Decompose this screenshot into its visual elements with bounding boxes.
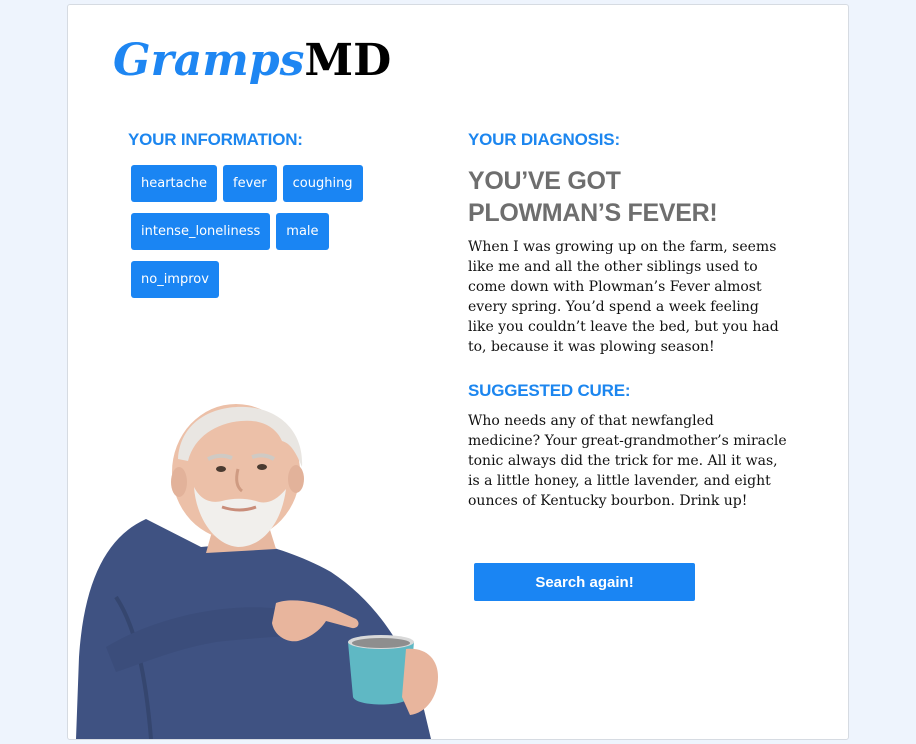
tag-male[interactable]: male (276, 213, 329, 250)
logo-md: MD (304, 35, 392, 86)
cure-description: Who needs any of that newfangled medicin… (468, 413, 787, 509)
symptom-tags: heartache fever coughing intense_lonelin… (131, 165, 391, 309)
search-again-button[interactable]: Search again! (474, 563, 695, 601)
logo-gramps: Gramps (113, 35, 305, 86)
diagnosis-title: YOU’VE GOT PLOWMAN’S FEVER! (468, 167, 718, 227)
info-heading: YOUR INFORMATION: (128, 130, 303, 149)
cure-heading: SUGGESTED CURE: (468, 381, 631, 400)
tag-coughing[interactable]: coughing (282, 165, 363, 202)
tag-fever[interactable]: fever (223, 165, 277, 202)
tag-heartache[interactable]: heartache (131, 165, 217, 202)
main-card: GrampsMD YOUR INFORMATION: heartache fev… (67, 4, 849, 740)
tag-no-improv[interactable]: no_improv (131, 261, 219, 298)
app-logo[interactable]: GrampsMD (113, 33, 391, 89)
grandpa-illustration (76, 404, 438, 739)
tag-intense-loneliness[interactable]: intense_loneliness (131, 213, 271, 250)
diagnosis-heading: YOUR DIAGNOSIS: (468, 130, 620, 149)
diagnosis-description: When I was growing up on the farm, seems… (468, 239, 779, 355)
